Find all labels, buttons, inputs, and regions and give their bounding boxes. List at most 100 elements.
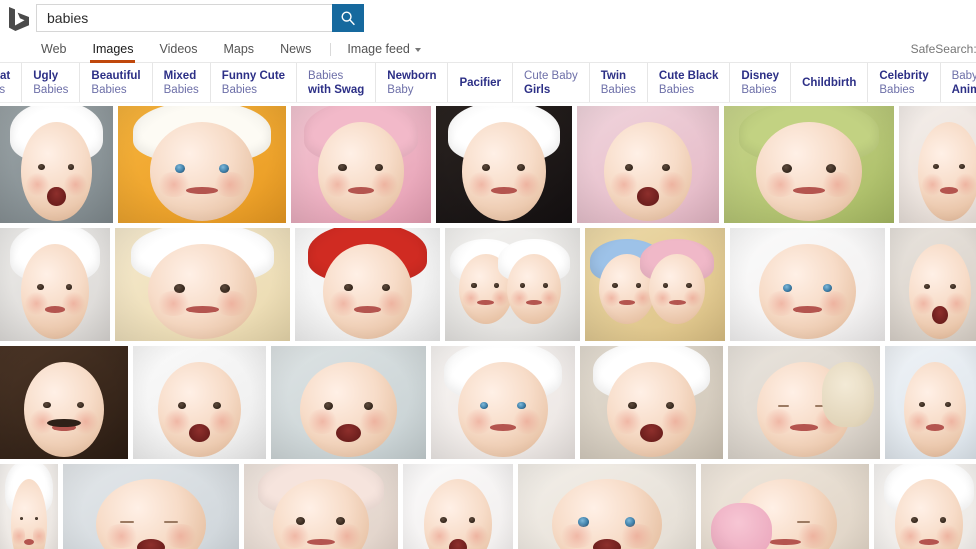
image-result-smiling-baby-on-white-bed[interactable] [133, 346, 266, 459]
thumbnail-image [577, 106, 719, 223]
thumbnail-image [874, 464, 976, 549]
filter-chip-line1: Baby [951, 69, 976, 82]
chevron-down-icon [414, 47, 421, 52]
image-feed-dropdown[interactable]: Image feed [337, 36, 431, 63]
filter-chip-line1: Cute Black [658, 69, 719, 82]
filter-chip-disney-babies[interactable]: Disney Babies [730, 63, 792, 102]
main-nav: Web Images Videos Maps News Image feed S… [0, 36, 976, 63]
image-result-blue-eyed-baby-in-pink[interactable] [730, 228, 885, 341]
safesearch-control[interactable]: SafeSearch: M [911, 36, 976, 63]
tab-web[interactable]: Web [28, 36, 79, 63]
image-result-baby-with-white-hood[interactable] [0, 228, 110, 341]
image-result-laughing-bare-baby[interactable] [403, 464, 513, 549]
bing-logo-icon[interactable] [2, 4, 36, 34]
photo-vignette [899, 106, 976, 223]
image-result-baby-under-green-blanket[interactable] [724, 106, 894, 223]
filter-chip-newborn-baby[interactable]: Newborn Baby [376, 63, 449, 102]
filter-chip-line1: Disney [741, 69, 780, 82]
photo-vignette [518, 464, 696, 549]
thumbnail-image [724, 106, 894, 223]
filter-chip-baby-animals[interactable]: BabyAnimals [941, 63, 976, 102]
thumbnail-image [518, 464, 696, 549]
image-result-baby-under-pink-towel[interactable] [291, 106, 431, 223]
thumbnail-image [885, 346, 976, 459]
tab-videos[interactable]: Videos [146, 36, 210, 63]
image-result-twin-newborns-in-white-wrap[interactable] [445, 228, 580, 341]
image-result-baby-with-flower-headband[interactable] [436, 106, 572, 223]
thumbnail-image [580, 346, 723, 459]
filter-chip-beautiful-babies[interactable]: Beautiful Babies [80, 63, 153, 102]
tab-maps[interactable]: Maps [210, 36, 267, 63]
photo-vignette [291, 106, 431, 223]
photo-vignette [431, 346, 575, 459]
filter-chip-line2: Babies [600, 83, 636, 96]
image-result-baby-in-white-hood[interactable] [874, 464, 976, 549]
related-searches-bar: FatesUglyBabiesBeautifulBabiesMixedBabie… [0, 63, 976, 103]
thumbnail-image [585, 228, 725, 341]
photo-vignette [244, 464, 398, 549]
image-result-sleeping-baby-with-teddy-bear[interactable] [728, 346, 880, 459]
image-result-yawning-newborn[interactable] [63, 464, 239, 549]
filter-chip-twin-babies[interactable]: Twin Babies [590, 63, 648, 102]
filter-chip-childbirth[interactable]: Childbirth [791, 63, 869, 102]
search-input[interactable] [36, 4, 332, 32]
image-result-baby-in-santa-hat[interactable] [295, 228, 440, 341]
photo-vignette [133, 346, 266, 459]
thumbnail-image [133, 346, 266, 459]
photo-vignette [271, 346, 426, 459]
photo-vignette [728, 346, 880, 459]
thumbnail-image [244, 464, 398, 549]
thumbnail-image [730, 228, 885, 341]
filter-chip-ugly-babies[interactable]: Ugly Babies [22, 63, 81, 102]
filter-chip-line2: Babies [163, 83, 199, 96]
filter-chip-babies-with-swag[interactable]: Babies with Swag [297, 63, 377, 102]
filter-chip-line2: es [0, 83, 10, 97]
image-result-baby-in-white-headband-pink-top[interactable] [431, 346, 575, 459]
filter-chip-cute-black-babies[interactable]: Cute Black Babies [648, 63, 731, 102]
filter-chip-mixed-babies[interactable]: Mixed Babies [153, 63, 211, 102]
search-button[interactable] [332, 4, 364, 32]
image-row [0, 228, 976, 341]
filter-chip-funny-cute-babies[interactable]: Funny Cute Babies [211, 63, 298, 102]
photo-vignette [436, 106, 572, 223]
photo-vignette [0, 228, 110, 341]
photo-vignette [295, 228, 440, 341]
image-result-baby-on-cream-blanket[interactable] [115, 228, 290, 341]
image-result-baby-in-white-bonnet[interactable] [0, 464, 58, 549]
image-result-happy-baby-on-fur-blanket[interactable] [580, 346, 723, 459]
filter-chip-cute-baby-girls[interactable]: Cute Baby Girls [513, 63, 590, 102]
image-result-baby-with-fake-mustache[interactable] [0, 346, 128, 459]
page-header [0, 0, 976, 36]
thumbnail-image [403, 464, 513, 549]
image-result-baby-on-white[interactable] [899, 106, 976, 223]
image-result-baby-in-yellow-blanket-white-hat[interactable] [118, 106, 286, 223]
image-result-smiling-newborn-on-gray-blanket[interactable] [0, 106, 113, 223]
image-result-surprised-baby-on-pink[interactable] [577, 106, 719, 223]
tab-news[interactable]: News [267, 36, 324, 63]
filter-chip-fat-es[interactable]: Fates [0, 63, 23, 102]
filter-chip-line1: Twin [600, 69, 627, 82]
image-row [0, 464, 976, 549]
filter-chip-line1: Mixed [163, 69, 197, 82]
image-result-laughing-baby-open-mouth[interactable] [271, 346, 426, 459]
image-result-baby-looking-up-smiling[interactable] [518, 464, 696, 549]
thumbnail-image [115, 228, 290, 341]
filter-chip-celebrity-babies[interactable]: Celebrity Babies [868, 63, 941, 102]
photo-vignette [585, 228, 725, 341]
filter-chip-line2: Babies [658, 83, 695, 96]
tab-images[interactable]: Images [79, 36, 146, 63]
image-result-twins-in-blue-and-pink-hats[interactable] [585, 228, 725, 341]
image-result-baby-in-patterned-outfit[interactable] [885, 346, 976, 459]
filter-chip-line2: Babies [91, 83, 127, 96]
photo-vignette [874, 464, 976, 549]
filter-chip-pacifier[interactable]: Pacifier [448, 63, 514, 102]
photo-vignette [115, 228, 290, 341]
image-result-baby-in-rose-knit-hat[interactable] [244, 464, 398, 549]
filter-chip-line2: Babies [33, 83, 69, 96]
photo-vignette [890, 228, 976, 341]
thumbnail-image [728, 346, 880, 459]
image-result-sleeping-baby-with-pink-bunny[interactable] [701, 464, 869, 549]
image-result-smiling-toddler[interactable] [890, 228, 976, 341]
thumbnail-image [118, 106, 286, 223]
thumbnail-image [445, 228, 580, 341]
